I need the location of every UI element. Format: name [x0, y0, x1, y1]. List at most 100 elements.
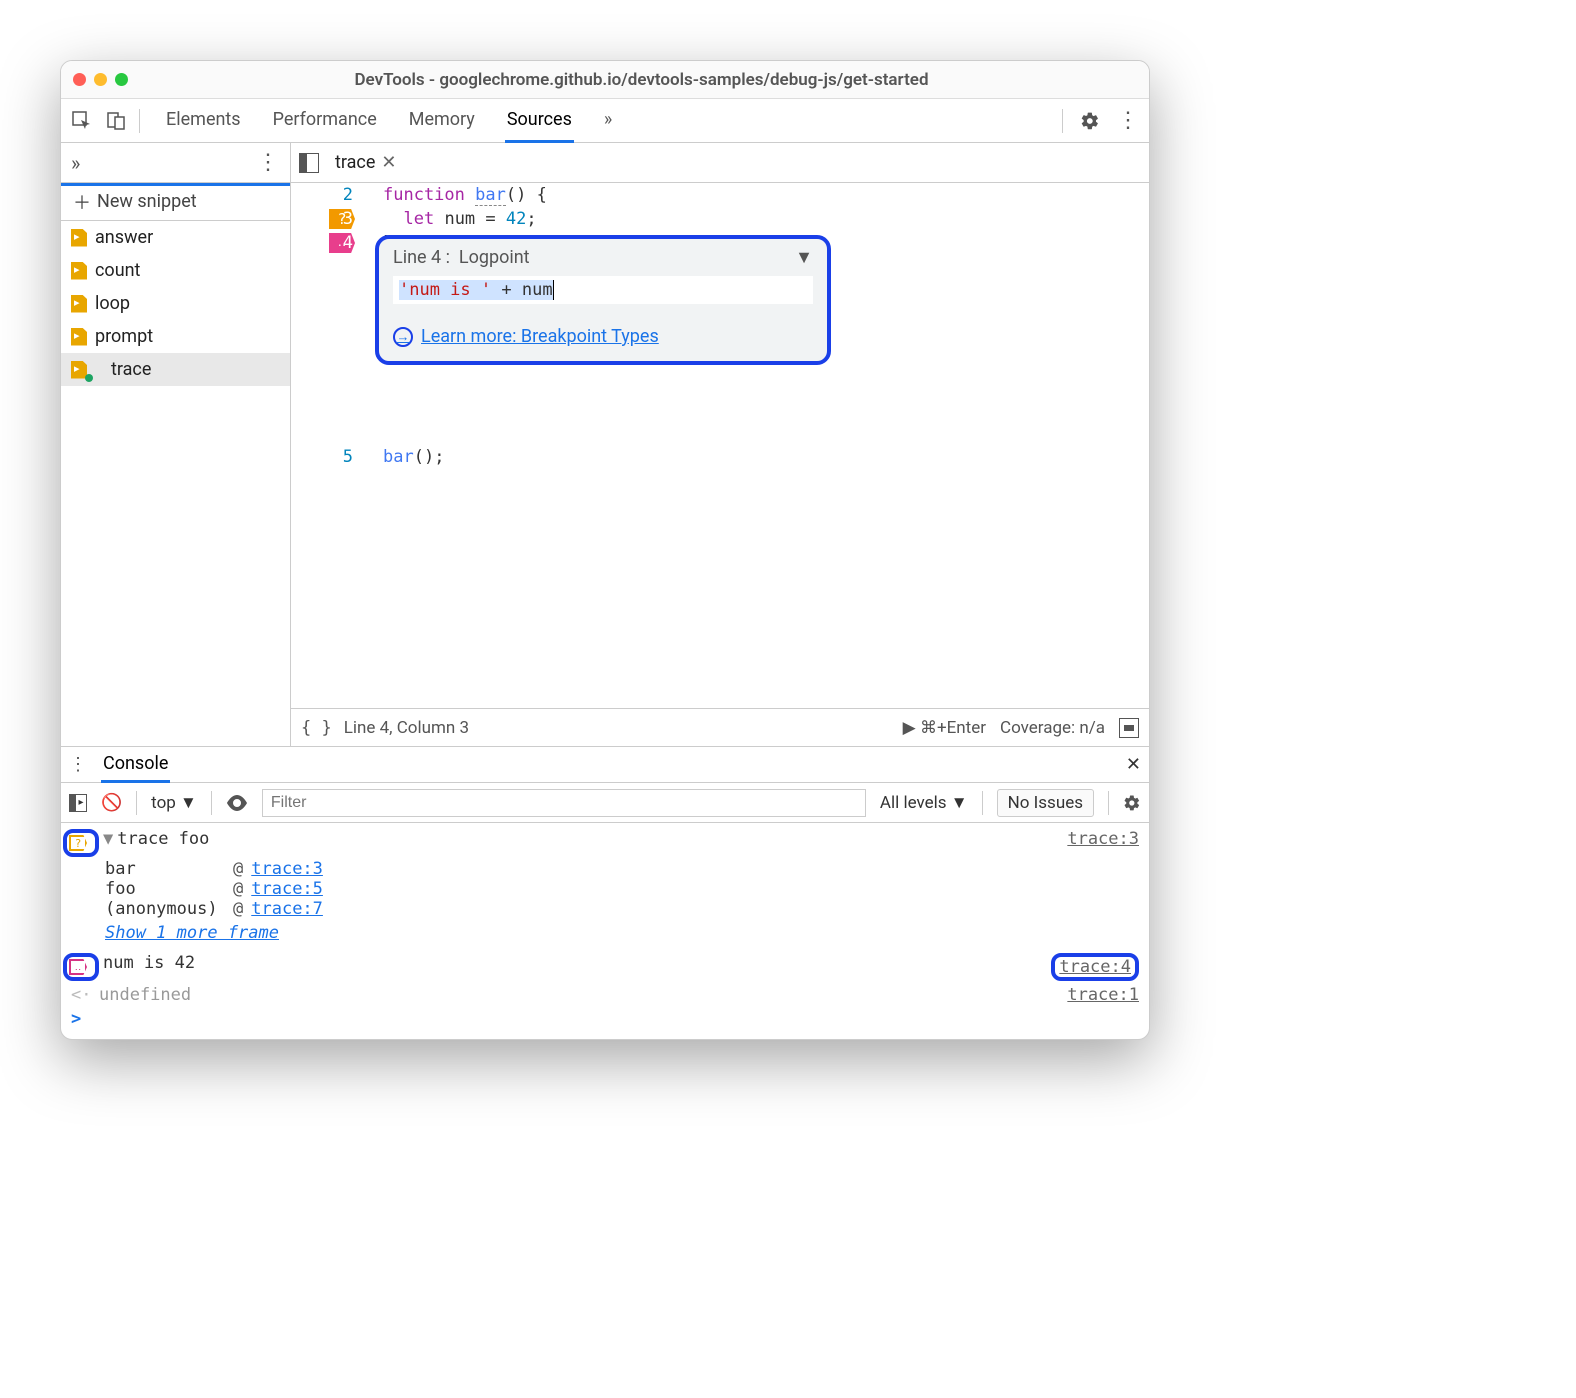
live-expression-icon[interactable] [226, 795, 248, 811]
tabs-overflow[interactable]: » [602, 99, 614, 143]
main-tabs-row: Elements Performance Memory Sources » ⋮ [61, 99, 1149, 143]
devtools-window: DevTools - googlechrome.github.io/devtoo… [60, 60, 1150, 1040]
source-link[interactable]: trace:3 [1067, 829, 1139, 849]
snippet-file-icon [71, 262, 87, 280]
source-link[interactable]: trace:1 [1067, 985, 1139, 1005]
code-token: bar [383, 447, 414, 467]
tab-elements[interactable]: Elements [164, 99, 243, 143]
snippet-item-count[interactable]: count [61, 254, 290, 287]
line-number[interactable]: 3 [331, 207, 353, 231]
tab-sources[interactable]: Sources [505, 99, 574, 143]
coverage-status: Coverage: n/a [1000, 718, 1105, 738]
console-panel: ⋮ Console ✕ ▸ 🚫 top ▼ All levels ▼ No Is… [61, 747, 1149, 1039]
console-message: undefined [99, 985, 1067, 1005]
logpoint-badge-icon: ‥ [69, 959, 87, 975]
code-token: function [383, 185, 465, 205]
console-prompt-icon[interactable]: > [71, 1009, 93, 1029]
toggle-navigator-icon[interactable] [299, 153, 319, 173]
divider [1108, 791, 1109, 815]
snippet-label: loop [95, 293, 130, 314]
logpoint-expression-input[interactable]: 'num is ' + num [393, 276, 813, 304]
console-sidebar-toggle-icon[interactable]: ▸ [69, 794, 87, 812]
code-token: 'num is ' [399, 280, 491, 300]
source-link[interactable]: trace:4 [1059, 957, 1131, 977]
show-more-frames-link[interactable]: Show 1 more frame [105, 923, 1139, 943]
highlight-ring: ? [63, 829, 99, 857]
titlebar: DevTools - googlechrome.github.io/devtoo… [61, 61, 1149, 99]
new-snippet-button[interactable]: ＋ New snippet [61, 183, 290, 221]
console-toolbar: ▸ 🚫 top ▼ All levels ▼ No Issues [61, 783, 1149, 823]
logpoint-editor-popup: Line 4 : Logpoint ▼ 'num is ' + num → Le… [375, 235, 831, 365]
learn-more-link[interactable]: → Learn more: Breakpoint Types [393, 326, 813, 347]
stack-frame: bar@trace:3 [105, 859, 1139, 879]
snippet-label: trace [111, 359, 151, 380]
sidebar-overflow-icon[interactable]: » [71, 151, 80, 175]
logpoint-type-dropdown[interactable]: Logpoint [459, 247, 530, 268]
editor-tab-trace[interactable]: trace ✕ [329, 144, 403, 182]
close-drawer-icon[interactable]: ✕ [1126, 754, 1141, 775]
tab-memory[interactable]: Memory [407, 99, 477, 143]
stack-frame: foo@trace:5 [105, 879, 1139, 899]
snippet-file-icon [71, 328, 87, 346]
snippet-label: count [95, 260, 140, 281]
maximize-window-button[interactable] [115, 73, 128, 86]
sidebar-header: » ⋮ [61, 143, 290, 183]
editor-tab-label: trace [335, 152, 375, 173]
log-levels-dropdown[interactable]: All levels ▼ [880, 793, 968, 813]
window-title: DevTools - googlechrome.github.io/devtoo… [146, 70, 1137, 90]
divider [211, 791, 212, 815]
disclosure-triangle-icon[interactable]: ▼ [103, 829, 113, 849]
logpoint-line-label: Line 4 : [393, 247, 450, 268]
frame-link[interactable]: trace:5 [251, 879, 323, 899]
tab-performance[interactable]: Performance [271, 99, 379, 143]
snippet-item-loop[interactable]: loop [61, 287, 290, 320]
console-settings-icon[interactable] [1123, 794, 1141, 812]
context-label: top [151, 793, 176, 813]
minimize-window-button[interactable] [94, 73, 107, 86]
code-token: + [491, 280, 522, 300]
run-shortcut: ⌘+Enter [920, 718, 986, 738]
code-token: bar [475, 185, 506, 206]
modified-dot-icon [85, 374, 93, 382]
context-selector[interactable]: top ▼ [151, 793, 197, 813]
code-token: ; [526, 209, 536, 229]
pretty-print-button[interactable]: { } [301, 718, 332, 738]
code-token: num [444, 209, 475, 229]
code-area[interactable]: 2 ?3 ‥4 5 function bar() { let num = 42;… [291, 183, 1149, 708]
frame-link[interactable]: trace:3 [251, 859, 323, 879]
console-filter-input[interactable] [262, 789, 866, 817]
frame-link[interactable]: trace:7 [251, 899, 323, 919]
drawer-tabs: ⋮ Console ✕ [61, 747, 1149, 783]
line-number[interactable]: 5 [331, 445, 353, 469]
tab-console[interactable]: Console [101, 747, 170, 783]
settings-gear-icon[interactable] [1079, 110, 1101, 132]
dropdown-caret-icon[interactable]: ▼ [795, 247, 813, 268]
snippet-file-icon [71, 229, 87, 247]
snippet-item-answer[interactable]: answer [61, 221, 290, 254]
clear-console-icon[interactable]: 🚫 [101, 793, 122, 813]
issues-button[interactable]: No Issues [997, 789, 1094, 817]
line-number[interactable]: 4 [331, 231, 353, 255]
arrow-circle-icon: → [393, 327, 413, 347]
close-tab-icon[interactable]: ✕ [381, 152, 396, 173]
return-arrow-icon: <· [71, 985, 93, 1005]
code-token: () { [506, 185, 547, 205]
trace-badge-icon: ? [69, 835, 87, 851]
inspect-element-icon[interactable] [71, 110, 93, 132]
drawer-menu-icon[interactable]: ⋮ [69, 754, 87, 775]
gutter[interactable]: 2 ?3 ‥4 5 [291, 183, 363, 708]
run-snippet-button[interactable]: ▶ ⌘+Enter [903, 718, 986, 738]
device-toggle-icon[interactable] [105, 110, 127, 132]
snippet-item-trace[interactable]: trace [61, 353, 290, 386]
console-message: num is 42 [103, 953, 1051, 973]
line-number[interactable]: 2 [331, 183, 353, 207]
close-window-button[interactable] [73, 73, 86, 86]
highlight-ring: trace:4 [1051, 953, 1139, 981]
more-menu-icon[interactable]: ⋮ [1117, 110, 1139, 132]
plus-icon: ＋ [73, 189, 91, 215]
traffic-lights [73, 73, 128, 86]
code-token: num [522, 280, 554, 300]
toggle-debugger-sidebar-icon[interactable] [1119, 718, 1139, 738]
snippet-item-prompt[interactable]: prompt [61, 320, 290, 353]
sidebar-menu-icon[interactable]: ⋮ [257, 150, 280, 175]
